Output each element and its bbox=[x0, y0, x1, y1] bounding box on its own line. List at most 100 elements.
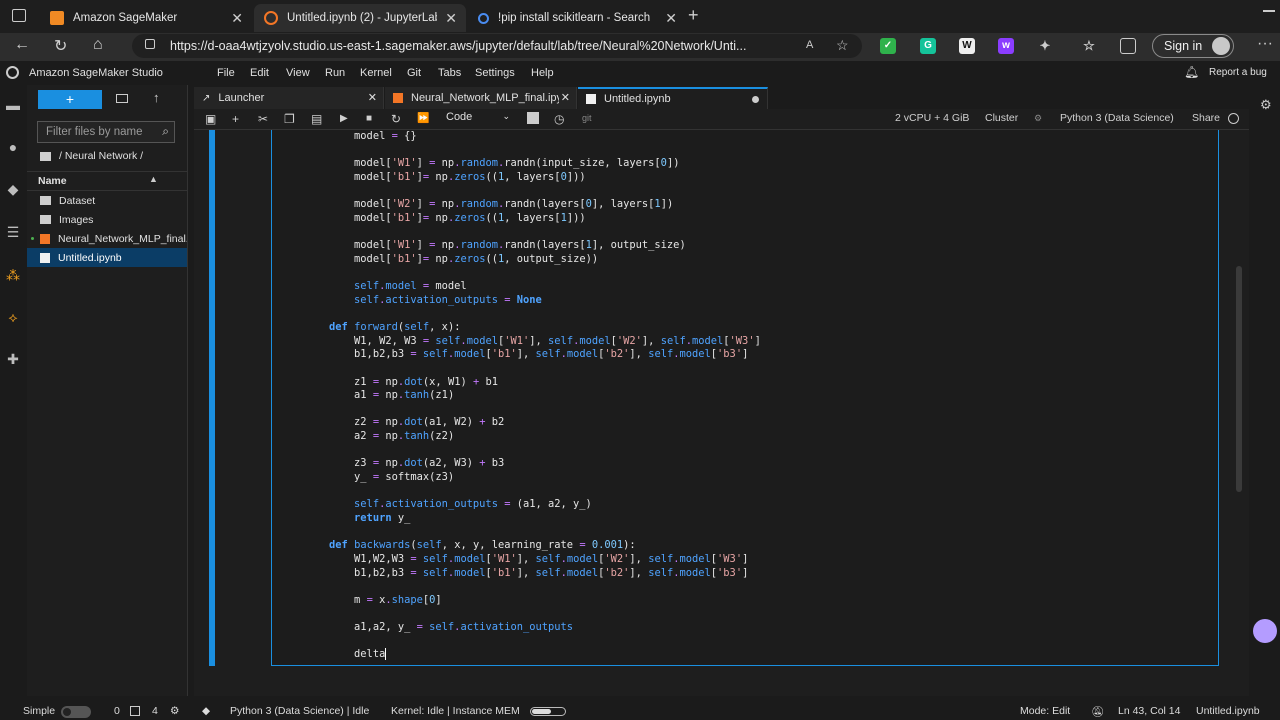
file-item-dataset[interactable]: Dataset bbox=[27, 191, 187, 210]
code-line[interactable]: z1 = np.dot(x, W1) + b1 bbox=[304, 376, 761, 390]
bell-icon[interactable]: 🔔︎ bbox=[1184, 65, 1199, 79]
kernel-status[interactable]: Python 3 (Data Science) | Idle bbox=[230, 705, 369, 717]
name-column-header[interactable]: Name bbox=[38, 175, 67, 187]
menu-tabs[interactable]: Tabs bbox=[438, 67, 461, 79]
code-line[interactable]: self.activation_outputs = None bbox=[304, 294, 761, 308]
code-line[interactable]: m = x.shape[0] bbox=[304, 594, 761, 608]
favorites-icon[interactable]: ☆ bbox=[1081, 38, 1097, 54]
file-item-images[interactable]: Images bbox=[27, 210, 187, 229]
code-line[interactable]: z2 = np.dot(a1, W2) + b2 bbox=[304, 416, 761, 430]
menu-settings[interactable]: Settings bbox=[475, 67, 515, 79]
refresh-icon[interactable]: ↻ bbox=[54, 36, 67, 56]
code-line[interactable]: a1,a2, y_ = self.activation_outputs bbox=[304, 621, 761, 635]
filter-files-input[interactable]: Filter files by name ⌕ bbox=[37, 121, 175, 143]
run-all-icon[interactable]: ⏩ bbox=[417, 113, 429, 124]
code-line[interactable]: self.activation_outputs = (a1, a2, y_) bbox=[304, 498, 761, 512]
code-line[interactable]: a2 = np.tanh(z2) bbox=[304, 430, 761, 444]
simple-mode-toggle[interactable] bbox=[61, 706, 91, 718]
active-cell-indicator[interactable] bbox=[209, 130, 215, 666]
toc-icon[interactable]: ☰ bbox=[5, 224, 21, 240]
pipeline-icon[interactable]: ⟡ bbox=[5, 309, 21, 325]
breadcrumb-path[interactable]: / Neural Network / bbox=[59, 150, 143, 162]
more-menu-icon[interactable]: ··· bbox=[1257, 35, 1273, 53]
tab-mlp-notebook[interactable]: Neural_Network_MLP_final.ipynb ✕ bbox=[385, 87, 577, 109]
chat-bubble-icon[interactable] bbox=[1253, 619, 1277, 643]
code-line[interactable]: def backwards(self, x, y, learning_rate … bbox=[304, 539, 761, 553]
property-inspector-icon[interactable]: ⚙ bbox=[1260, 97, 1272, 113]
network-icon[interactable]: ⁂ bbox=[5, 267, 21, 283]
favorite-add-icon[interactable]: ☆ bbox=[836, 37, 849, 54]
code-line[interactable] bbox=[304, 307, 761, 321]
code-line[interactable]: model['W2'] = np.random.randn(layers[0],… bbox=[304, 198, 761, 212]
code-line[interactable] bbox=[304, 526, 761, 540]
terminal-icon[interactable] bbox=[527, 112, 539, 124]
code-line[interactable]: W1, W2, W3 = self.model['W1'], self.mode… bbox=[304, 335, 761, 349]
code-line[interactable] bbox=[304, 607, 761, 621]
menu-kernel[interactable]: Kernel bbox=[360, 67, 392, 79]
code-line[interactable]: b1,b2,b3 = self.model['b1'], self.model[… bbox=[304, 348, 761, 362]
git-icon[interactable]: ◆ bbox=[5, 181, 21, 197]
code-line[interactable] bbox=[304, 580, 761, 594]
kernel-count[interactable]: 4 bbox=[152, 705, 158, 717]
back-icon[interactable]: ← bbox=[14, 36, 30, 54]
code-line[interactable]: a1 = np.tanh(z1) bbox=[304, 389, 761, 403]
read-aloud-icon[interactable]: A bbox=[806, 39, 813, 51]
close-tab-icon[interactable]: ✕ bbox=[445, 10, 457, 27]
code-line[interactable] bbox=[304, 185, 761, 199]
code-line[interactable]: model = {} bbox=[304, 130, 761, 144]
cursor-position[interactable]: Ln 43, Col 14 bbox=[1118, 705, 1180, 717]
code-line[interactable]: self.model = model bbox=[304, 280, 761, 294]
shield-extension-icon[interactable]: ✓ bbox=[880, 38, 896, 54]
purple-extension-icon[interactable]: w bbox=[998, 38, 1014, 54]
stop-icon[interactable]: ■ bbox=[366, 113, 372, 124]
code-line[interactable]: b1,b2,b3 = self.model['b1'], self.model[… bbox=[304, 567, 761, 581]
code-line[interactable]: y_ = softmax(z3) bbox=[304, 471, 761, 485]
code-line[interactable]: model['b1']= np.zeros((1, output_size)) bbox=[304, 253, 761, 267]
menu-run[interactable]: Run bbox=[325, 67, 345, 79]
code-line[interactable] bbox=[304, 403, 761, 417]
file-item-mlp-notebook[interactable]: Neural_Network_MLP_final.ipynb bbox=[27, 229, 187, 248]
minimize-icon[interactable] bbox=[1263, 10, 1275, 12]
code-line[interactable] bbox=[304, 266, 761, 280]
cluster-button[interactable]: Cluster bbox=[985, 112, 1018, 124]
bell-icon[interactable]: 🔕︎ bbox=[1091, 705, 1104, 718]
new-launcher-button[interactable]: + bbox=[38, 90, 102, 109]
add-cell-icon[interactable]: + bbox=[232, 112, 239, 126]
menu-git[interactable]: Git bbox=[407, 67, 421, 79]
home-icon[interactable]: ⌂ bbox=[93, 36, 103, 54]
close-tab-icon[interactable]: ✕ bbox=[231, 10, 243, 27]
running-icon[interactable]: ● bbox=[5, 139, 21, 155]
save-icon[interactable]: ▣ bbox=[205, 112, 216, 126]
report-bug-link[interactable]: Report a bug bbox=[1209, 67, 1267, 78]
cut-icon[interactable]: ✂ bbox=[258, 112, 268, 126]
close-tab-icon[interactable]: ✕ bbox=[368, 91, 377, 104]
code-line[interactable]: return y_ bbox=[304, 512, 761, 526]
code-line[interactable]: delta bbox=[304, 648, 761, 662]
code-content[interactable]: model = {} model['W1'] = np.random.randn… bbox=[304, 130, 761, 662]
code-line[interactable] bbox=[304, 485, 761, 499]
close-tab-icon[interactable]: ✕ bbox=[665, 10, 677, 27]
wikipedia-extension-icon[interactable]: W bbox=[959, 38, 975, 54]
browser-tab-jupyterlab[interactable]: Untitled.ipynb (2) - JupyterLab ✕ bbox=[254, 4, 466, 32]
url-field[interactable]: https://d-oaa4wtjzyolv.studio.us-east-1.… bbox=[132, 34, 862, 58]
code-line[interactable]: W1,W2,W3 = self.model['W1'], self.model[… bbox=[304, 553, 761, 567]
menu-view[interactable]: View bbox=[286, 67, 310, 79]
code-line[interactable] bbox=[304, 144, 761, 158]
restart-icon[interactable]: ↻ bbox=[391, 112, 401, 126]
file-item-untitled[interactable]: Untitled.ipynb bbox=[27, 248, 187, 267]
file-list-header[interactable]: Name ▲ bbox=[27, 171, 187, 191]
copy-icon[interactable]: ❐ bbox=[284, 112, 295, 126]
tab-launcher[interactable]: ↗ Launcher ✕ bbox=[194, 87, 384, 109]
folder-icon[interactable]: ▬ bbox=[5, 97, 21, 113]
collections-icon[interactable] bbox=[1120, 38, 1136, 54]
extensions-icon[interactable]: ✦ bbox=[1037, 38, 1053, 54]
code-line[interactable]: model['W1'] = np.random.randn(input_size… bbox=[304, 157, 761, 171]
code-line[interactable] bbox=[304, 444, 761, 458]
menu-help[interactable]: Help bbox=[531, 67, 554, 79]
code-line[interactable]: z3 = np.dot(a2, W3) + b3 bbox=[304, 457, 761, 471]
browser-tab-sagemaker[interactable]: Amazon SageMaker ✕ bbox=[40, 4, 252, 32]
code-line[interactable]: model['b1']= np.zeros((1, layers[1])) bbox=[304, 212, 761, 226]
tab-untitled[interactable]: Untitled.ipynb bbox=[578, 87, 768, 109]
tab-actions-icon[interactable] bbox=[12, 9, 26, 22]
new-folder-icon[interactable] bbox=[116, 94, 128, 103]
